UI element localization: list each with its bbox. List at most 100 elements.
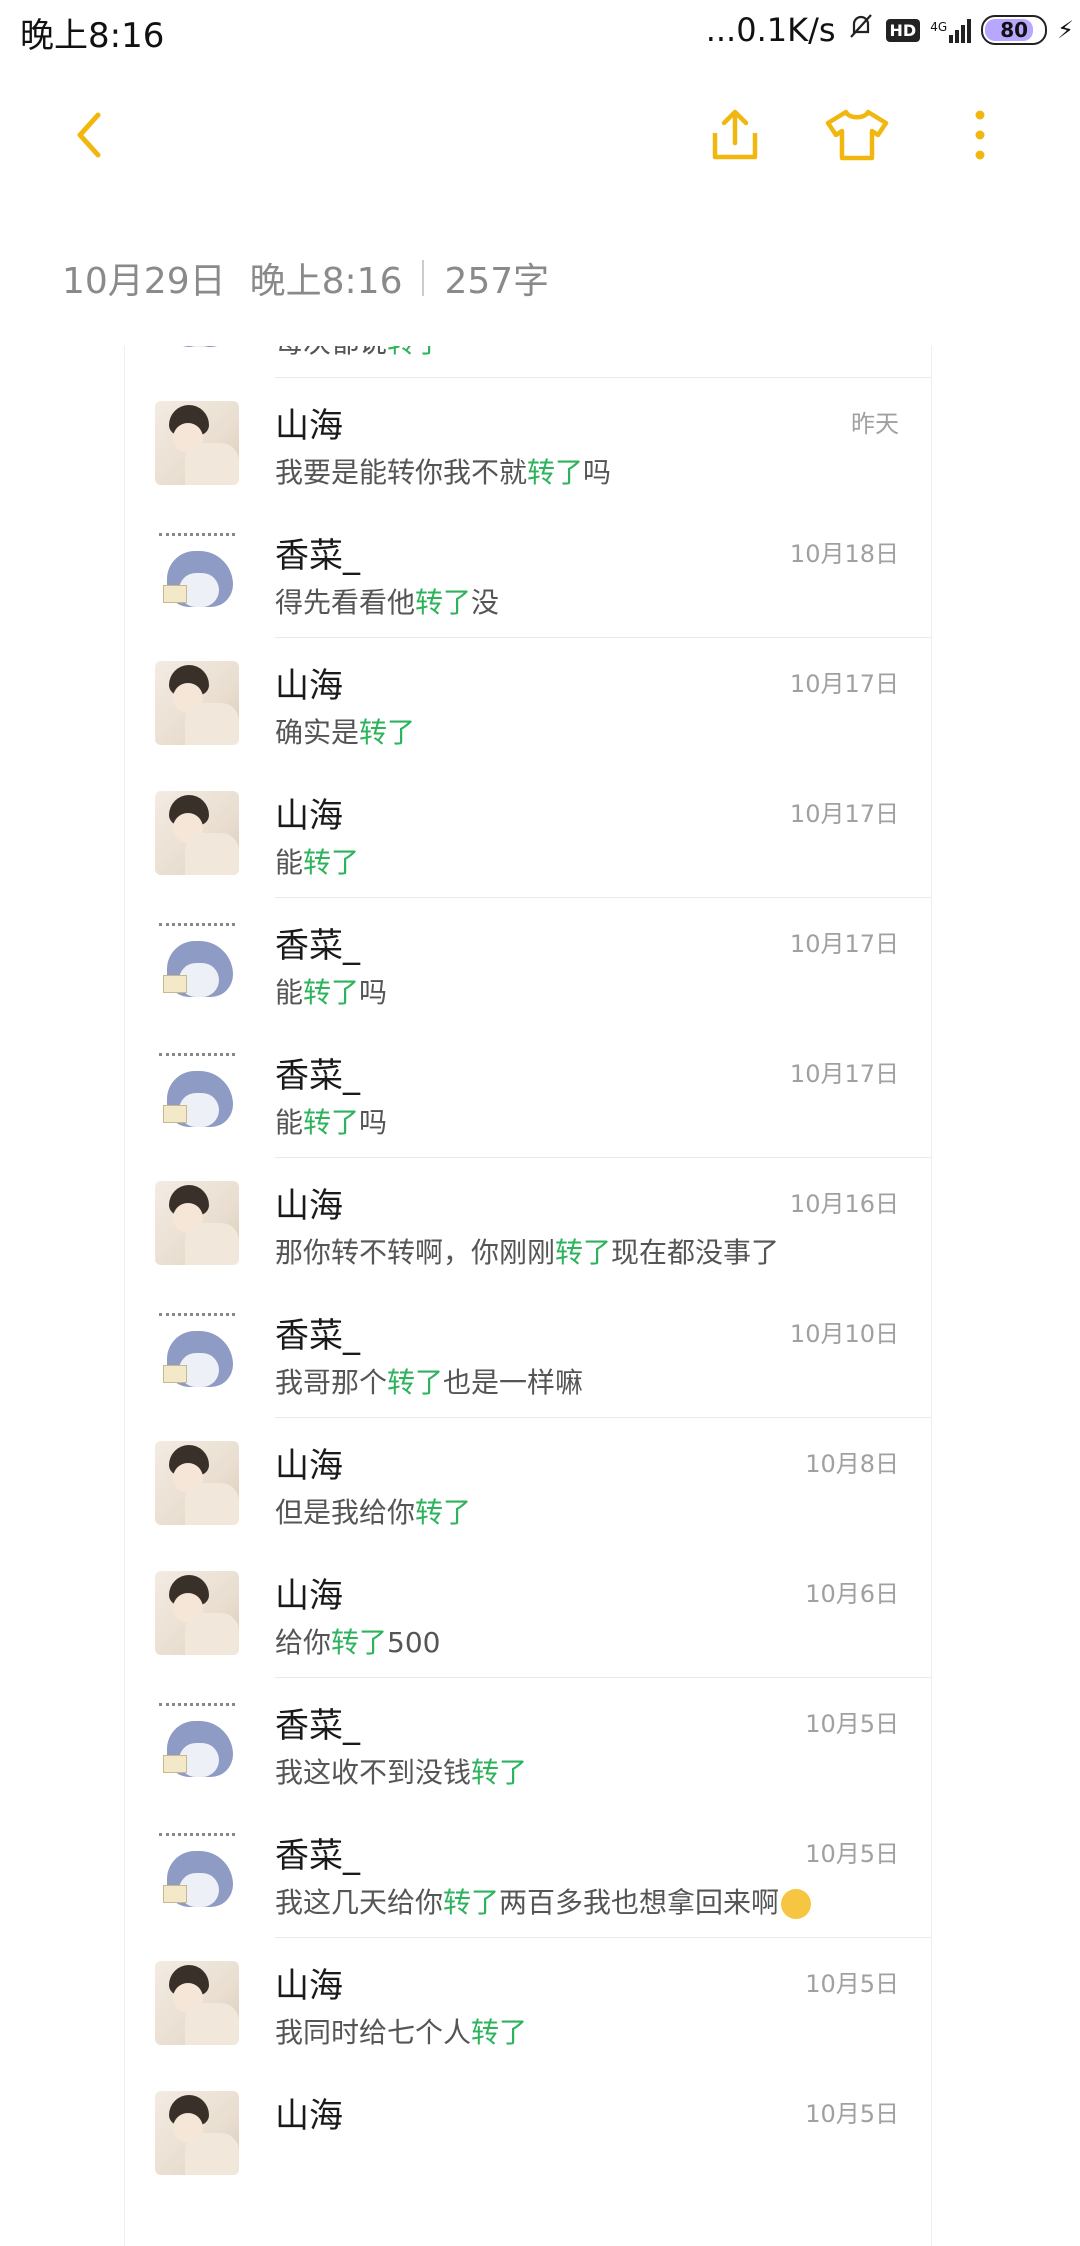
message-item[interactable]: 山海 昨天 我要是能转你我不就转了吗 xyxy=(125,378,931,508)
more-vertical-icon xyxy=(975,110,985,160)
note-date: 10月29日 xyxy=(62,261,226,302)
message-time: 10月17日 xyxy=(789,930,899,958)
message-time: 10月17日 xyxy=(789,800,899,828)
message-time: 10月6日 xyxy=(805,1580,899,1608)
message-text-pre: 给你 xyxy=(275,1626,332,1659)
message-text: 我哥那个转了也是一样嘛 xyxy=(275,1361,583,1401)
avatar-shanhai xyxy=(155,1181,239,1265)
sender-name: 香菜_ xyxy=(275,926,360,966)
message-text-pre: 得先看看他 xyxy=(275,586,416,619)
message-text-post: 两百多我也想拿回来啊 xyxy=(499,1886,780,1919)
message-time: 10月17日 xyxy=(789,670,899,698)
message-item[interactable]: 香菜_ 10月17日 能转了吗 xyxy=(125,1028,931,1158)
signal-icon: 4G xyxy=(930,17,972,43)
sender-name: 山海 xyxy=(275,2096,343,2136)
message-item[interactable]: 香菜_昨天每次都说转了 xyxy=(125,346,931,378)
message-text-pre: 我哥那个 xyxy=(275,1366,388,1399)
network-type: 4G xyxy=(930,20,948,34)
message-text-pre: 但是我给你 xyxy=(275,1496,416,1529)
message-item[interactable]: 山海 10月16日 那你转不转啊，你刚刚转了现在都没事了 xyxy=(125,1158,931,1288)
message-text: 能转了吗 xyxy=(275,971,387,1011)
tshirt-icon xyxy=(825,109,889,161)
sender-name: 山海 xyxy=(275,1966,343,2006)
note-meta: 10月29日 晚上8:16 257字 xyxy=(62,252,549,304)
message-item[interactable]: 山海 10月8日 但是我给你转了 xyxy=(125,1418,931,1548)
message-time: 10月8日 xyxy=(805,1450,899,1478)
message-time: 10月16日 xyxy=(789,1190,899,1218)
message-time: 10月17日 xyxy=(789,1060,899,1088)
message-list: 香菜_昨天每次都说转了山海昨天我要是能转你我不就转了吗香菜_ 10月18日得先看看… xyxy=(125,346,931,2198)
message-text: 我要是能转你我不就转了吗 xyxy=(275,451,611,491)
message-item[interactable]: 香菜_ 10月5日 我这收不到没钱转了 xyxy=(125,1678,931,1808)
message-item[interactable]: 山海 10月17日 能转了 xyxy=(125,768,931,898)
message-text-post: 现在都没事了 xyxy=(611,1236,780,1269)
message-text: 我这几天给你转了两百多我也想拿回来啊 xyxy=(275,1881,812,1921)
message-item[interactable]: 山海 10月5日 我同时给七个人转了 xyxy=(125,1938,931,2068)
charging-icon: ⚡ xyxy=(1057,16,1074,44)
sender-name: 山海 xyxy=(275,1576,343,1616)
avatar-shanhai xyxy=(155,401,239,485)
message-keyword: 转了 xyxy=(303,846,360,879)
theme-button[interactable] xyxy=(822,100,892,170)
message-text: 那你转不转啊，你刚刚转了现在都没事了 xyxy=(275,1231,779,1271)
message-text: 每次都说转了 xyxy=(275,346,443,361)
message-text-pre: 我这几天给你 xyxy=(275,1886,444,1919)
sender-name: 香菜_ xyxy=(275,1316,360,1356)
message-keyword: 转了 xyxy=(359,716,416,749)
back-button[interactable] xyxy=(55,100,125,170)
message-text-pre: 那你转不转啊，你刚刚 xyxy=(275,1236,556,1269)
message-keyword: 转了 xyxy=(443,1886,500,1919)
message-keyword: 转了 xyxy=(555,1236,612,1269)
message-keyword: 转了 xyxy=(331,1626,388,1659)
avatar-xiangcai xyxy=(155,346,239,355)
avatar-xiangcai xyxy=(155,1701,239,1785)
avatar-shanhai xyxy=(155,661,239,745)
message-time: 10月10日 xyxy=(789,1320,899,1348)
message-time: 10月5日 xyxy=(805,2100,899,2128)
note-image-content: 香菜_昨天每次都说转了山海昨天我要是能转你我不就转了吗香菜_ 10月18日得先看看… xyxy=(124,346,932,2246)
status-bar: 晚上8:16 ...0.1K/s HD 4G 80 ⚡ xyxy=(0,0,1080,62)
battery-icon: 80 xyxy=(981,15,1048,45)
avatar-xiangcai xyxy=(155,921,239,1005)
sender-name: 山海 xyxy=(275,1186,343,1226)
sender-name: 山海 xyxy=(275,1446,343,1486)
message-text-pre: 能 xyxy=(275,1106,304,1139)
hd-badge: HD xyxy=(885,18,921,42)
message-keyword: 转了 xyxy=(527,456,584,489)
message-text-pre: 我这收不到没钱 xyxy=(275,1756,472,1789)
message-item[interactable]: 山海 10月5日 xyxy=(125,2068,931,2198)
share-button[interactable] xyxy=(700,100,770,170)
message-item[interactable]: 山海 10月6日 给你转了500 xyxy=(125,1548,931,1678)
avatar-xiangcai xyxy=(155,1831,239,1915)
message-keyword: 转了 xyxy=(303,976,360,1009)
message-text-post: 吗 xyxy=(583,456,612,489)
more-button[interactable] xyxy=(945,100,1015,170)
message-item[interactable]: 香菜_ 10月17日能转了吗 xyxy=(125,898,931,1028)
message-text-pre: 我要是能转你我不就 xyxy=(275,456,528,489)
message-text: 确实是转了 xyxy=(275,711,415,751)
message-keyword: 转了 xyxy=(471,1756,528,1789)
message-text-post: 吗 xyxy=(359,1106,388,1139)
message-time: 10月5日 xyxy=(805,1710,899,1738)
message-item[interactable]: 山海 10月17日 确实是转了 xyxy=(125,638,931,768)
message-time: 10月18日 xyxy=(789,540,899,568)
message-item[interactable]: 香菜_ 10月10日我哥那个转了也是一样嘛 xyxy=(125,1288,931,1418)
avatar-shanhai xyxy=(155,1961,239,2045)
message-text-pre: 确实是 xyxy=(275,716,360,749)
message-keyword: 转了 xyxy=(303,1106,360,1139)
avatar-shanhai xyxy=(155,1571,239,1655)
chevron-left-icon xyxy=(77,112,101,158)
message-keyword: 转了 xyxy=(471,2016,528,2049)
meta-divider xyxy=(422,260,425,296)
status-time: 晚上8:16 xyxy=(20,16,165,56)
message-text: 能转了 xyxy=(275,841,359,881)
message-item[interactable]: 香菜_ 10月18日 得先看看他转了没 xyxy=(125,508,931,638)
message-time: 10月5日 xyxy=(805,1970,899,1998)
note-toolbar xyxy=(0,90,1080,180)
bell-muted-icon xyxy=(846,11,876,49)
sender-name: 山海 xyxy=(275,406,343,446)
share-icon xyxy=(712,109,758,160)
network-speed: ...0.1K/s xyxy=(705,11,836,49)
message-text-post: 也是一样嘛 xyxy=(443,1366,584,1399)
message-item[interactable]: 香菜_ 10月5日 我这几天给你转了两百多我也想拿回来啊 xyxy=(125,1808,931,1938)
